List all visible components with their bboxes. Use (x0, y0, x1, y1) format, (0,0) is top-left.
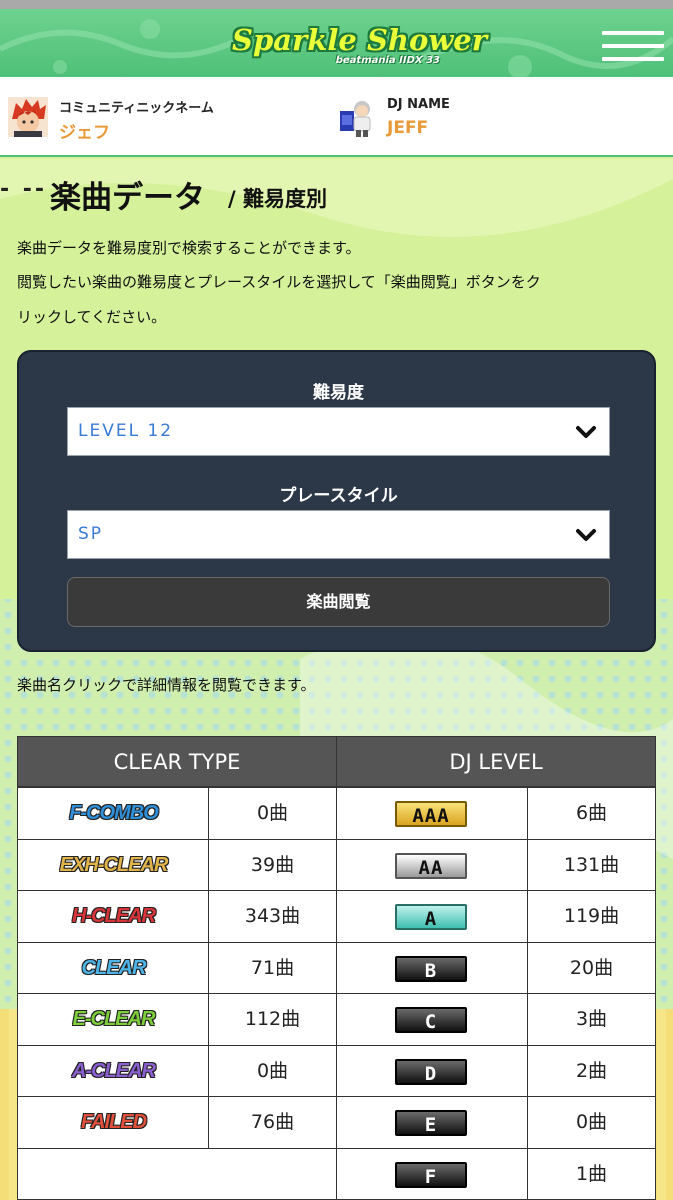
clear-type-label: FAILED (80, 1111, 147, 1133)
clear-count-cell: 76曲 (208, 1096, 337, 1149)
dj-name-label: DJ NAME (387, 97, 450, 112)
difficulty-select[interactable]: LEVEL 12 (67, 407, 610, 456)
page-title: 楽曲データ (50, 180, 205, 216)
clear-type-cell: EXH-CLEAR (17, 838, 209, 891)
clear-count-cell: 112曲 (208, 993, 337, 1046)
dj-level-cell: D (336, 1044, 528, 1097)
dj-level-cell: A (336, 890, 528, 943)
clear-type-label: F-COMBO (69, 802, 159, 824)
description-line: リックしてください。 (17, 308, 167, 326)
community-nickname-label: コミュニティニックネーム (59, 101, 214, 116)
dj-level-badge: AAA (395, 801, 467, 827)
chevron-down-icon (576, 529, 596, 541)
dj-level-count-cell: 6曲 (527, 787, 656, 840)
clear-type-cell: E-CLEAR (17, 993, 209, 1046)
logo-title: Sparkle Shower (232, 23, 488, 57)
clear-type-cell: A-CLEAR (17, 1044, 209, 1097)
clear-type-cell: H-CLEAR (17, 890, 209, 943)
dj-level-badge: B (395, 955, 467, 982)
profile-bar: コミュニティニックネーム ジェフ DJ NAME JEFF (0, 77, 673, 157)
dj-level-cell: B (336, 941, 528, 994)
chevron-down-icon (576, 426, 596, 438)
clear-type-cell: CLEAR (17, 941, 209, 994)
play-style-label: プレースタイル (279, 486, 398, 506)
song-click-note: 楽曲名クリックで詳細情報を閲覧できます。 (17, 676, 316, 694)
clear-count-cell: 343曲 (208, 890, 337, 943)
title-dashes: - -- (0, 177, 48, 202)
difficulty-select-value: LEVEL 12 (78, 421, 174, 441)
play-style-select-value: SP (78, 524, 104, 544)
dj-level-badge: E (395, 1110, 467, 1136)
clear-count-cell: 0曲 (208, 787, 337, 840)
clear-type-label: A-CLEAR (72, 1059, 156, 1082)
description-line: 楽曲データを難易度別で検索することができます。 (17, 239, 361, 257)
dj-level-cell: E (336, 1096, 528, 1149)
site-header: Sparkle Shower beatmania IIDX 33 (0, 9, 673, 77)
clear-type-label: H-CLEAR (72, 905, 156, 927)
clear-count-cell: 71曲 (208, 941, 337, 994)
clear-type-cell: F-COMBO (17, 787, 209, 840)
clear-count-cell: 39曲 (208, 838, 337, 891)
dj-level-count-cell: 20曲 (527, 941, 656, 994)
clear-type-label: EXH-CLEAR (59, 853, 169, 876)
dj-level-count-cell: 1曲 (527, 1147, 656, 1200)
sparkle-shower-logo[interactable]: Sparkle Shower beatmania IIDX 33 (232, 19, 488, 71)
community-avatar (8, 97, 48, 137)
play-style-select[interactable]: SP (67, 510, 610, 559)
dj-level-count-cell: 3曲 (527, 993, 656, 1046)
menu-bar (602, 44, 664, 48)
clear-count-cell: 0曲 (208, 1044, 337, 1097)
page-subtitle: / 難易度別 (228, 187, 327, 211)
dj-level-badge: C (395, 1007, 467, 1033)
community-nickname: ジェフ (59, 123, 110, 143)
dj-level-cell: F (336, 1147, 528, 1200)
dj-level-badge: AA (395, 852, 467, 879)
dj-level-count-cell: 2曲 (527, 1044, 656, 1097)
difficulty-label: 難易度 (313, 383, 364, 403)
menu-bar (602, 57, 664, 61)
description-line: 閲覧したい楽曲の難易度とプレースタイルを選択して「楽曲閲覧」ボタンをク (17, 273, 541, 291)
logo-subtitle: beatmania IIDX 33 (335, 55, 440, 66)
dj-level-count-cell: 0曲 (527, 1096, 656, 1149)
dj-level-cell: C (336, 993, 528, 1046)
dj-avatar (340, 101, 371, 137)
dj-level-count-cell: 131曲 (527, 838, 656, 891)
dj-level-header: DJ LEVEL (336, 736, 656, 787)
search-form-panel: 難易度 LEVEL 12 プレースタイル SP 楽曲閲覧 (17, 350, 656, 652)
top-status-strip (0, 0, 673, 9)
menu-bar (602, 31, 664, 35)
view-songs-button[interactable]: 楽曲閲覧 (67, 577, 610, 627)
clear-type-cell: FAILED (17, 1096, 209, 1149)
dj-level-cell: AAA (336, 787, 528, 840)
clear-type-cell (17, 1147, 337, 1200)
hamburger-menu-icon[interactable] (602, 31, 664, 71)
clear-type-header: CLEAR TYPE (17, 736, 337, 787)
dj-level-cell: AA (336, 838, 528, 891)
dj-level-badge: F (395, 1161, 467, 1188)
clear-type-label: E-CLEAR (72, 1008, 156, 1030)
dj-level-count-cell: 119曲 (527, 890, 656, 943)
clear-type-label: CLEAR (81, 956, 147, 979)
dj-name: JEFF (387, 118, 429, 138)
dj-level-badge: D (395, 1058, 467, 1085)
dj-level-badge: A (395, 904, 467, 930)
